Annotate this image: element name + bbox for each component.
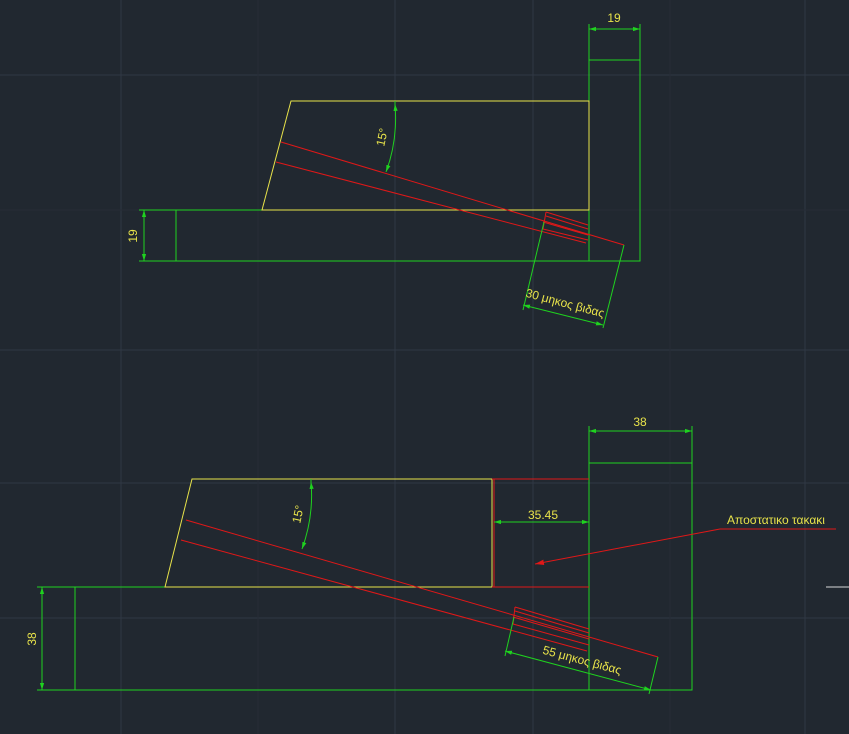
top-view: 19 19 15° 30 μηκος βιδας bbox=[126, 11, 641, 329]
bottom-view: 38 38 35.45 15° 55 μηκος βιδας Αποστατικ… bbox=[25, 415, 836, 695]
top-screw[interactable] bbox=[275, 141, 625, 246]
bottom-upright[interactable] bbox=[588, 462, 693, 691]
top-screw-length-dimension[interactable]: 30 μηκος βιδας bbox=[522, 221, 625, 329]
bottom-screw-length-label: 55 μηκος βιδας bbox=[541, 643, 623, 678]
top-width-dimension[interactable]: 19 bbox=[588, 11, 641, 60]
background-grid-minor bbox=[0, 0, 849, 734]
bottom-height-dimension[interactable]: 38 bbox=[25, 586, 75, 691]
bottom-workpiece[interactable] bbox=[164, 478, 493, 588]
top-height-dimension[interactable]: 19 bbox=[126, 209, 176, 262]
bottom-screw[interactable] bbox=[180, 519, 659, 658]
bottom-width-label: 38 bbox=[633, 415, 647, 429]
top-angle-dimension[interactable]: 15° bbox=[373, 101, 398, 173]
cad-drawing-canvas[interactable]: 19 19 15° 30 μηκος βιδας 38 38 35.45 15°… bbox=[0, 0, 849, 734]
top-upright[interactable] bbox=[588, 59, 641, 262]
spacer-leader[interactable]: Αποστατικο τακακι bbox=[534, 513, 836, 565]
bottom-angle-dimension[interactable]: 15° bbox=[289, 479, 314, 550]
bottom-width-dimension[interactable]: 38 bbox=[588, 415, 693, 463]
top-base-plate[interactable] bbox=[175, 209, 590, 262]
spacer-dimension-label: 35.45 bbox=[528, 508, 558, 522]
bottom-angle-label: 15° bbox=[289, 504, 307, 525]
bottom-base-plate[interactable] bbox=[74, 586, 590, 691]
bottom-height-label: 38 bbox=[25, 632, 39, 646]
top-workpiece[interactable] bbox=[261, 100, 590, 211]
spacer-note-label: Αποστατικο τακακι bbox=[727, 513, 825, 527]
top-angle-label: 15° bbox=[373, 127, 391, 148]
background-grid bbox=[0, 0, 849, 734]
top-width-label: 19 bbox=[607, 11, 621, 25]
spacer-dimension[interactable]: 35.45 bbox=[494, 508, 589, 525]
spacer-block[interactable] bbox=[492, 478, 589, 588]
top-height-label: 19 bbox=[126, 229, 140, 243]
